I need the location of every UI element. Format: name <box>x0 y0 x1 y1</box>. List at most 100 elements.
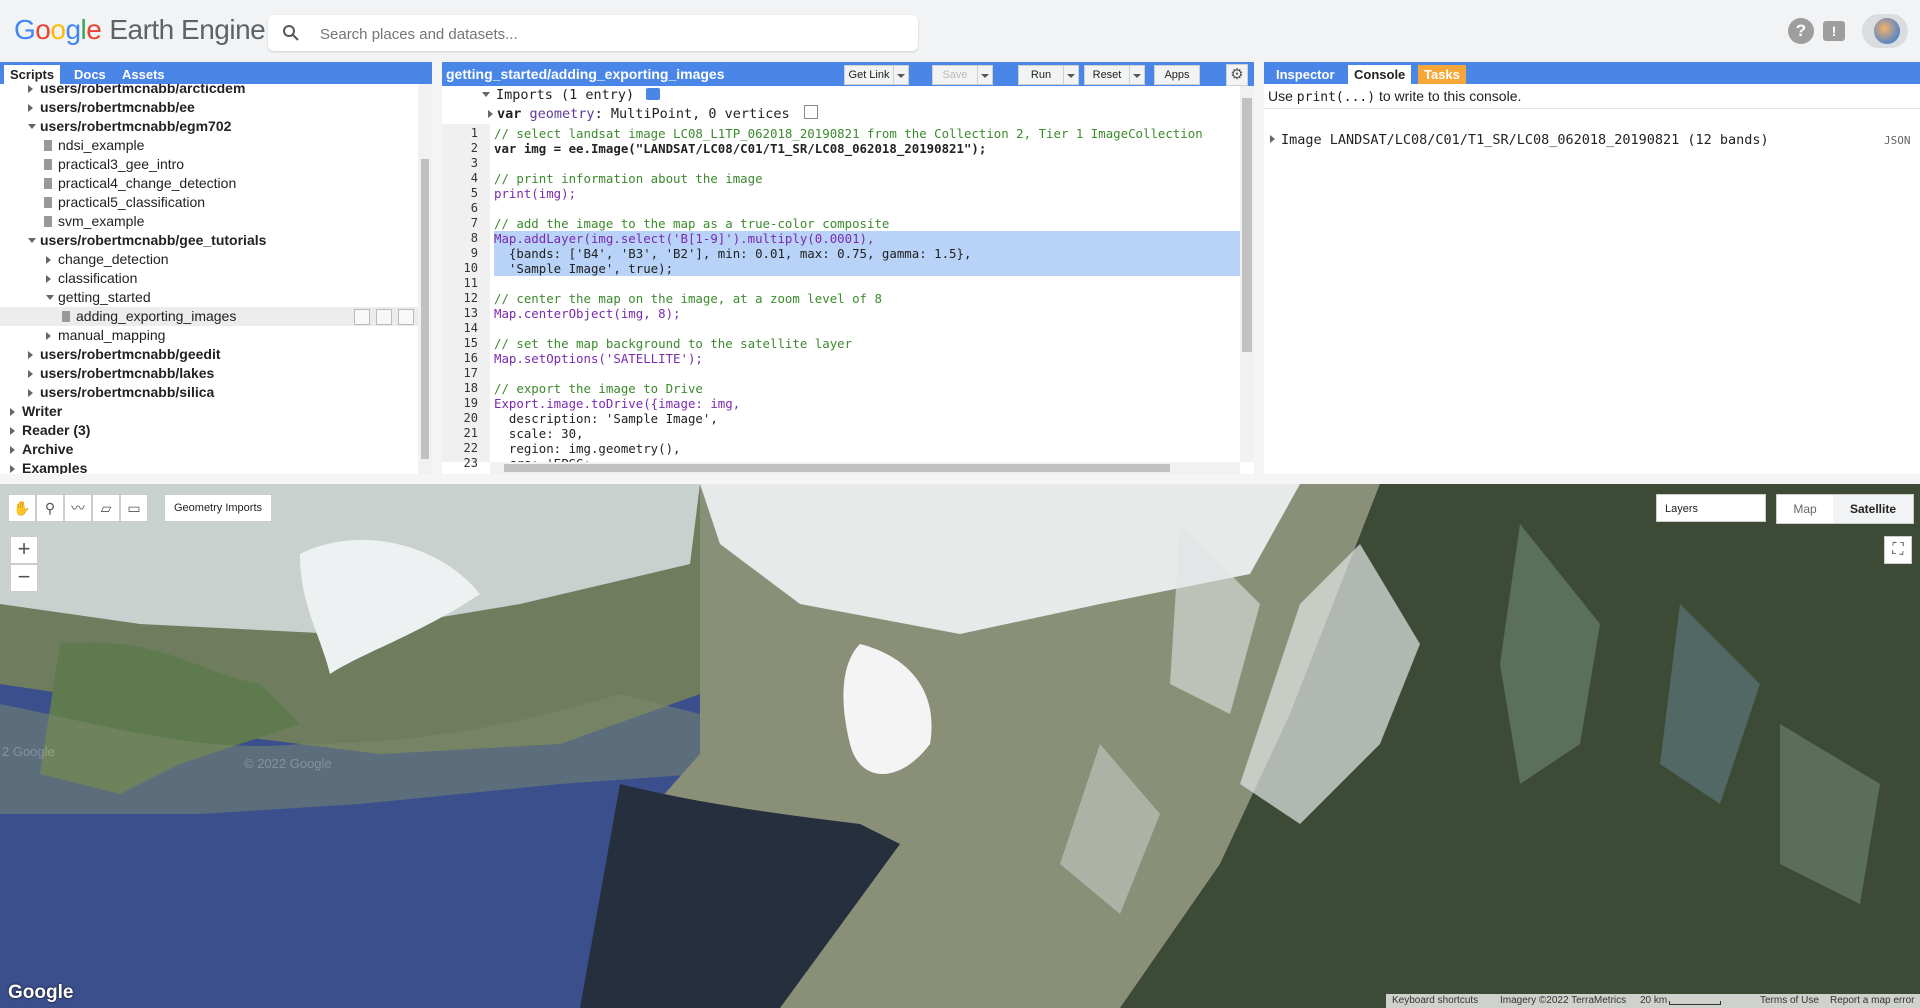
chevron-right-icon[interactable] <box>10 408 15 416</box>
code-line[interactable]: // select landsat image LC08_L1TP_062018… <box>494 126 1240 141</box>
run-dropdown[interactable] <box>1063 65 1079 85</box>
editor-vertical-scrollbar[interactable] <box>1240 86 1254 462</box>
chevron-right-icon[interactable] <box>10 446 15 454</box>
earth-engine-logo[interactable]: Google Earth Engine <box>14 14 266 46</box>
delete-icon[interactable] <box>398 309 414 325</box>
chevron-right-icon[interactable] <box>28 104 33 112</box>
code-area[interactable]: // select landsat image LC08_L1TP_062018… <box>490 124 1240 462</box>
tree-item[interactable]: ndsi_example <box>0 136 418 155</box>
code-line[interactable] <box>494 366 1240 381</box>
draw-polygon-icon[interactable]: ▱ <box>92 494 120 522</box>
add-marker-icon[interactable]: ⚲ <box>36 494 64 522</box>
tree-item[interactable]: Reader (3) <box>0 421 418 440</box>
tree-item[interactable]: getting_started <box>0 288 418 307</box>
code-line[interactable]: var img = ee.Image("LANDSAT/LC08/C01/T1_… <box>494 141 1240 156</box>
tree-item[interactable]: users/robertmcnabb/lakes <box>0 364 418 383</box>
chevron-right-icon[interactable] <box>28 351 33 359</box>
history-icon[interactable] <box>354 309 370 325</box>
tab-assets[interactable]: Assets <box>116 65 171 84</box>
console-entry[interactable]: Image LANDSAT/LC08/C01/T1_SR/LC08_062018… <box>1270 132 1769 148</box>
editor-vscroll-thumb[interactable] <box>1242 98 1252 352</box>
fullscreen-icon[interactable]: ⛶ <box>1884 536 1912 564</box>
code-line[interactable] <box>494 276 1240 291</box>
code-line[interactable] <box>494 201 1240 216</box>
code-line[interactable]: Map.addLayer(img.select('B[1-9]').multip… <box>494 231 1240 246</box>
tree-item[interactable]: change_detection <box>0 250 418 269</box>
chevron-right-icon[interactable] <box>46 275 51 283</box>
draw-line-icon[interactable]: 〰 <box>64 494 92 522</box>
zoom-out-button[interactable]: − <box>10 564 38 592</box>
zoom-in-button[interactable]: + <box>10 536 38 564</box>
tree-item[interactable]: practical5_classification <box>0 193 418 212</box>
map-view[interactable]: 2 Google © 2022 Google ✋ ⚲ 〰 ▱ ▭ Geometr… <box>0 484 1920 1008</box>
draw-rectangle-icon[interactable]: ▭ <box>120 494 148 522</box>
code-line[interactable]: // print information about the image <box>494 171 1240 186</box>
tree-item[interactable]: classification <box>0 269 418 288</box>
chevron-right-icon[interactable] <box>28 389 33 397</box>
code-line[interactable]: {bands: ['B4', 'B3', 'B2'], min: 0.01, m… <box>494 246 1240 261</box>
account-avatar[interactable] <box>1862 14 1908 48</box>
chevron-right-icon[interactable] <box>10 465 15 473</box>
tab-inspector[interactable]: Inspector <box>1270 65 1341 84</box>
tree-item[interactable]: Archive <box>0 440 418 459</box>
code-line[interactable]: description: 'Sample Image', <box>494 411 1240 426</box>
settings-gear-icon[interactable]: ⚙ <box>1226 64 1248 86</box>
tree-item[interactable]: practical3_gee_intro <box>0 155 418 174</box>
tab-tasks[interactable]: Tasks <box>1418 65 1466 84</box>
tab-console[interactable]: Console <box>1348 65 1412 84</box>
chevron-down-icon[interactable] <box>28 124 36 129</box>
editor-hscroll-thumb[interactable] <box>504 464 1170 472</box>
tree-scroll-thumb[interactable] <box>421 159 429 459</box>
code-line[interactable]: // center the map on the image, at a zoo… <box>494 291 1240 306</box>
reset-dropdown[interactable] <box>1129 65 1145 85</box>
editor-horizontal-scrollbar[interactable] <box>490 462 1240 474</box>
imports-info-icon[interactable] <box>646 88 660 100</box>
tree-scrollbar[interactable] <box>418 84 432 474</box>
get-link-button[interactable]: Get Link <box>844 65 894 85</box>
tree-item[interactable]: users/robertmcnabb/arcticdem <box>0 84 418 98</box>
help-icon[interactable]: ? <box>1788 18 1814 44</box>
tree-item[interactable]: Examples <box>0 459 418 474</box>
tab-scripts[interactable]: Scripts <box>4 65 61 84</box>
code-line[interactable]: Map.centerObject(img, 8); <box>494 306 1240 321</box>
tree-item[interactable]: manual_mapping <box>0 326 418 345</box>
keyboard-shortcuts-link[interactable]: Keyboard shortcuts <box>1392 994 1478 1008</box>
code-line[interactable] <box>494 321 1240 336</box>
tree-item[interactable]: practical4_change_detection <box>0 174 418 193</box>
code-line[interactable]: region: img.geometry(), <box>494 441 1240 456</box>
left-splitter[interactable] <box>432 62 442 474</box>
search-box[interactable] <box>268 15 918 53</box>
tree-item[interactable]: users/robertmcnabb/gee_tutorials <box>0 231 418 250</box>
terms-link[interactable]: Terms of Use <box>1760 994 1819 1008</box>
chevron-right-icon[interactable] <box>28 85 33 93</box>
report-error-link[interactable]: Report a map error <box>1830 994 1914 1008</box>
import-delete-icon[interactable] <box>803 105 818 119</box>
code-line[interactable]: Map.setOptions('SATELLITE'); <box>494 351 1240 366</box>
code-line[interactable]: print(img); <box>494 186 1240 201</box>
chevron-down-icon[interactable] <box>46 295 54 300</box>
import-entry[interactable]: var geometry: MultiPoint, 0 vertices <box>488 105 818 124</box>
code-line[interactable]: // export the image to Drive <box>494 381 1240 396</box>
code-line[interactable]: scale: 30, <box>494 426 1240 441</box>
code-line[interactable]: // set the map background to the satelli… <box>494 336 1240 351</box>
map-type-satellite-button[interactable]: Satellite <box>1833 495 1913 523</box>
tree-item[interactable]: users/robertmcnabb/egm702 <box>0 117 418 136</box>
tab-docs[interactable]: Docs <box>68 65 112 84</box>
tree-item[interactable]: Writer <box>0 402 418 421</box>
get-link-dropdown[interactable] <box>893 65 909 85</box>
right-splitter[interactable] <box>1254 62 1264 474</box>
code-line[interactable] <box>494 156 1240 171</box>
run-button[interactable]: Run <box>1018 65 1064 85</box>
geometry-imports-button[interactable]: Geometry Imports <box>164 494 272 522</box>
json-link[interactable]: JSON <box>1884 134 1911 147</box>
feedback-icon[interactable]: ! <box>1823 21 1845 41</box>
chevron-right-icon[interactable] <box>10 427 15 435</box>
chevron-down-icon[interactable] <box>28 238 36 243</box>
tree-item[interactable]: users/robertmcnabb/geedit <box>0 345 418 364</box>
tree-item[interactable]: users/robertmcnabb/silica <box>0 383 418 402</box>
code-line[interactable]: 'Sample Image', true); <box>494 261 1240 276</box>
layers-button[interactable]: Layers <box>1656 494 1766 522</box>
chevron-right-icon[interactable] <box>46 332 51 340</box>
code-line[interactable]: // add the image to the map as a true-co… <box>494 216 1240 231</box>
edit-icon[interactable] <box>376 309 392 325</box>
